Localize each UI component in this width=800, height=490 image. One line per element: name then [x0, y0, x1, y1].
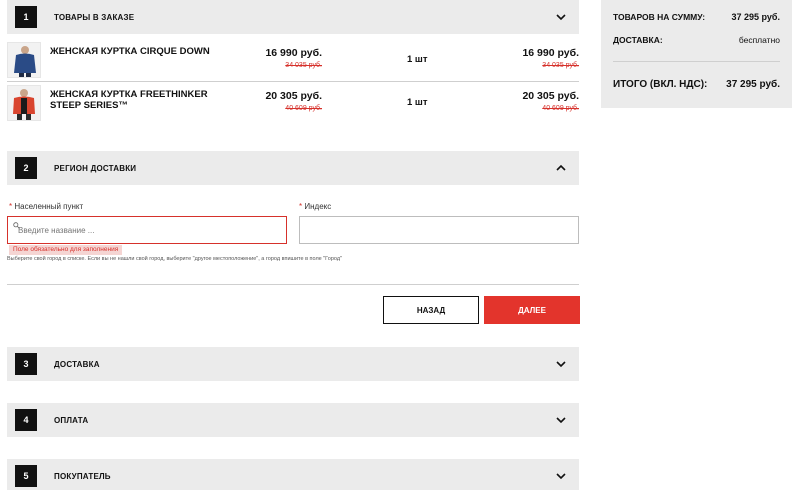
step-title: ТОВАРЫ В ЗАКАЗЕ: [54, 12, 135, 22]
city-hint: Выберите свой город в списке. Если вы не…: [7, 256, 343, 262]
next-button[interactable]: ДАЛЕЕ: [484, 296, 580, 324]
step-title: ПОКУПАТЕЛЬ: [54, 471, 111, 481]
divider: [613, 61, 780, 62]
step-header-items[interactable]: 1 ТОВАРЫ В ЗАКАЗЕ: [7, 0, 579, 34]
order-item: ЖЕНСКАЯ КУРТКА FREETHINKER STEEP SERIES™…: [7, 85, 579, 125]
summary-delivery-row: ДОСТАВКА: бесплатно: [613, 35, 780, 45]
product-old-price: 34 035 руб.: [285, 62, 322, 69]
summary-total-row: ИТОГО (ВКЛ. НДС): 37 295 руб.: [613, 79, 780, 90]
product-total-old: 34 035 руб.: [542, 62, 579, 69]
step-title: ДОСТАВКА: [54, 359, 100, 369]
index-input[interactable]: [299, 216, 579, 244]
divider: [7, 284, 579, 285]
product-quantity: 1 шт: [407, 97, 428, 108]
step-title: РЕГИОН ДОСТАВКИ: [54, 163, 137, 173]
chevron-down-icon[interactable]: [555, 358, 567, 370]
chevron-down-icon[interactable]: [555, 470, 567, 482]
product-quantity: 1 шт: [407, 54, 428, 65]
step-header-region[interactable]: 2 РЕГИОН ДОСТАВКИ: [7, 151, 579, 185]
summary-delivery-value: бесплатно: [738, 35, 780, 45]
city-input[interactable]: [7, 216, 287, 244]
summary-goods-value: 37 295 руб.: [731, 12, 780, 22]
city-label-text: Населенный пункт: [14, 202, 84, 211]
step-header-payment[interactable]: 4 ОПЛАТА: [7, 403, 579, 437]
step-header-buyer[interactable]: 5 ПОКУПАТЕЛЬ: [7, 459, 579, 490]
city-field-label: * Населенный пункт: [9, 202, 83, 211]
index-label-text: Индекс: [304, 202, 332, 211]
step-number: 3: [15, 353, 37, 375]
product-image[interactable]: [7, 42, 41, 78]
product-total-old: 40 609 руб.: [542, 105, 579, 112]
summary-total-label: ИТОГО (ВКЛ. НДС):: [613, 79, 708, 90]
index-field-label: * Индекс: [299, 202, 331, 211]
chevron-down-icon[interactable]: [555, 11, 567, 23]
divider: [7, 81, 579, 82]
city-error-message: Поле обязательно для заполнения: [9, 245, 123, 255]
step-number: 1: [15, 6, 37, 28]
product-old-price: 40 609 руб.: [285, 105, 322, 112]
product-name[interactable]: ЖЕНСКАЯ КУРТКА CIRQUE DOWN: [50, 46, 220, 57]
required-mark: *: [299, 202, 303, 211]
summary-goods-row: ТОВАРОВ НА СУММУ: 37 295 руб.: [613, 12, 780, 22]
product-name[interactable]: ЖЕНСКАЯ КУРТКА FREETHINKER STEEP SERIES™: [50, 89, 220, 111]
back-button[interactable]: НАЗАД: [383, 296, 479, 324]
product-total: 20 305 руб.: [522, 90, 579, 102]
order-summary: ТОВАРОВ НА СУММУ: 37 295 руб. ДОСТАВКА: …: [601, 0, 792, 108]
product-price: 16 990 руб.: [265, 47, 322, 59]
summary-goods-label: ТОВАРОВ НА СУММУ:: [613, 12, 706, 22]
step-number: 2: [15, 157, 37, 179]
step-title: ОПЛАТА: [54, 415, 89, 425]
product-price: 20 305 руб.: [265, 90, 322, 102]
order-item: ЖЕНСКАЯ КУРТКА CIRQUE DOWN 16 990 руб. 3…: [7, 42, 579, 82]
summary-total-value: 37 295 руб.: [726, 79, 780, 90]
step-number: 5: [15, 465, 37, 487]
product-total: 16 990 руб.: [522, 47, 579, 59]
step-header-delivery[interactable]: 3 ДОСТАВКА: [7, 347, 579, 381]
product-image[interactable]: [7, 85, 41, 121]
chevron-up-icon[interactable]: [555, 162, 567, 174]
search-icon: [13, 222, 20, 229]
summary-delivery-label: ДОСТАВКА:: [613, 35, 663, 45]
chevron-down-icon[interactable]: [555, 414, 567, 426]
required-mark: *: [9, 202, 13, 211]
step-number: 4: [15, 409, 37, 431]
